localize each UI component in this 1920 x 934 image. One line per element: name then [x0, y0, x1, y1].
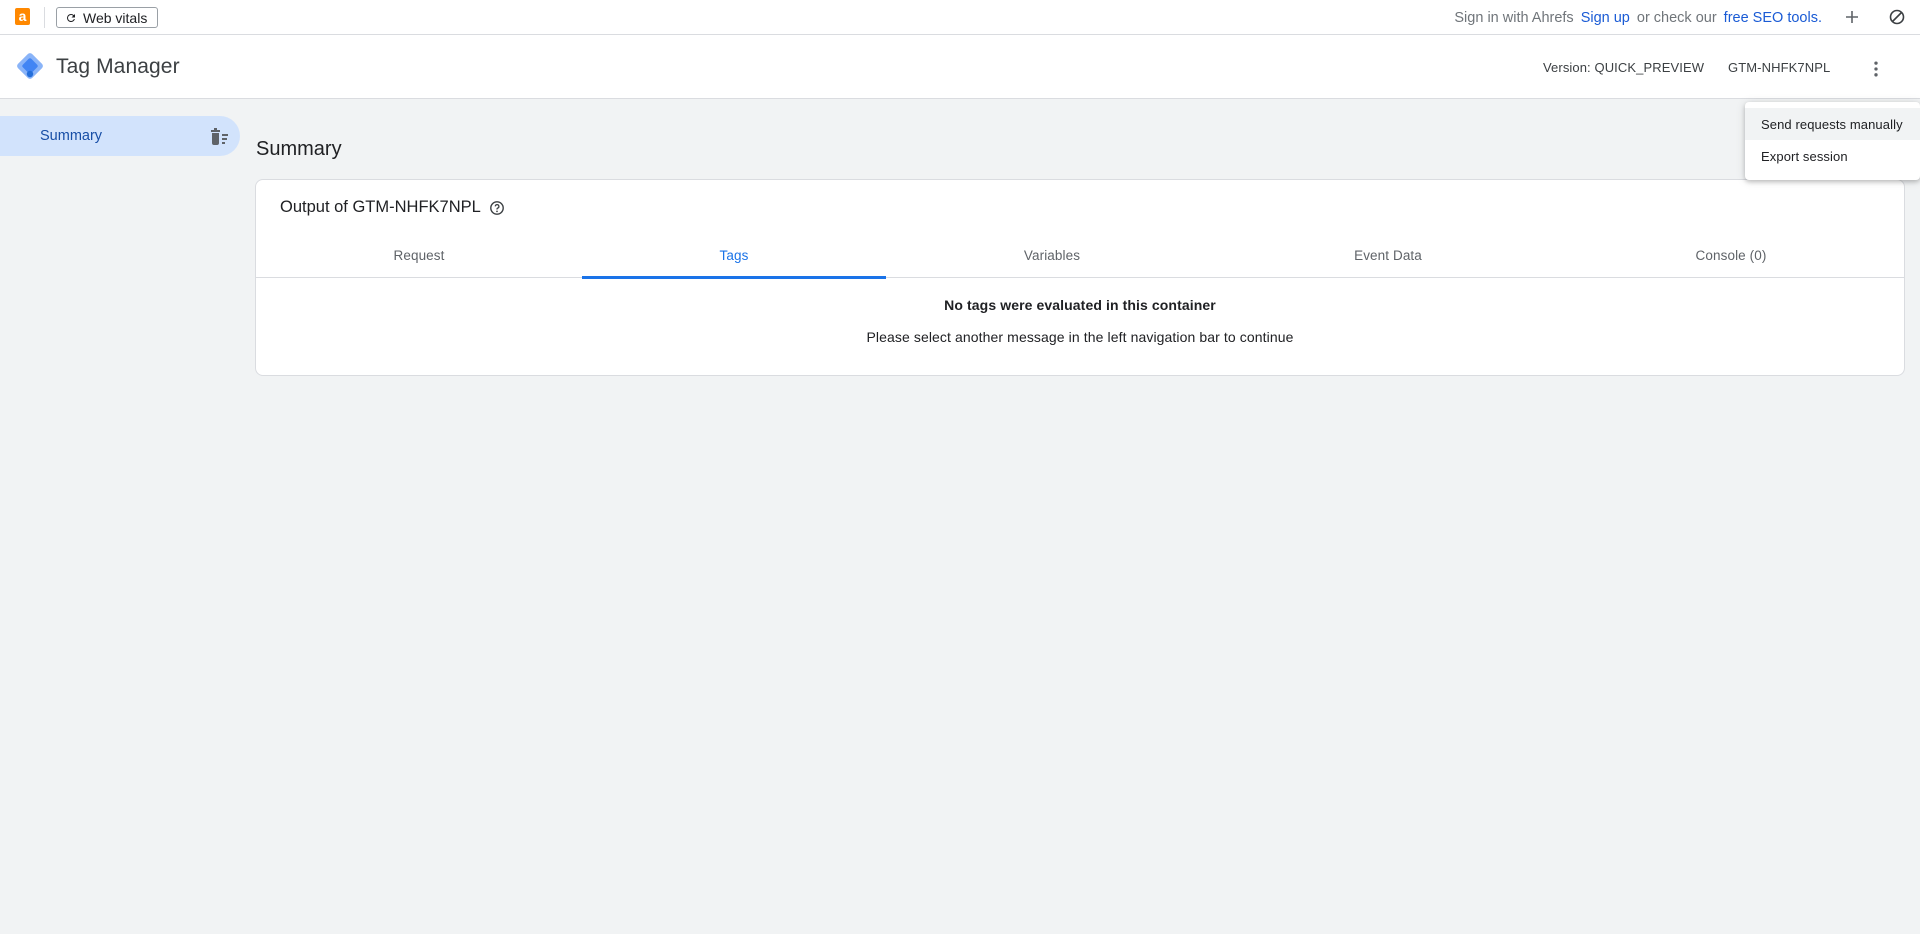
web-vitals-button[interactable]: Web vitals [56, 7, 159, 28]
output-card: Output of GTM-NHFK7NPL Request Tags Vari… [255, 179, 1905, 376]
ahrefs-signin-area: Sign in with Ahrefs Sign up or check our… [1454, 0, 1822, 35]
sidebar-item-summary[interactable]: Summary [0, 116, 240, 156]
sign-in-text: Sign in with Ahrefs [1454, 9, 1574, 26]
empty-state-message: Please select another message in the lef… [866, 329, 1294, 345]
card-header: Output of GTM-NHFK7NPL [280, 198, 505, 217]
refresh-icon [66, 13, 75, 22]
more-options-menu: Send requests manually Export session [1745, 102, 1920, 180]
menu-item-export-session[interactable]: Export session [1745, 140, 1920, 172]
sidebar-item-label: Summary [40, 128, 103, 144]
active-tab-indicator [582, 276, 886, 279]
card-title: Output of GTM-NHFK7NPL [280, 198, 481, 216]
page-title: Summary [256, 138, 342, 160]
tab-label: Event Data [1354, 247, 1422, 263]
delete-sweep-icon[interactable] [207, 125, 231, 147]
empty-state-title: No tags were evaluated in this container [944, 297, 1216, 313]
menu-item-label: Send requests manually [1761, 116, 1903, 132]
tab-console[interactable]: Console (0) [1558, 232, 1904, 278]
sign-up-link[interactable]: Sign up [1581, 10, 1630, 26]
tab-variables[interactable]: Variables [886, 232, 1218, 278]
tag-manager-logo-icon [17, 53, 43, 79]
version-label: Version: QUICK_PREVIEW [1543, 60, 1705, 75]
menu-item-send-requests[interactable]: Send requests manually [1745, 108, 1920, 140]
tab-label: Variables [1023, 247, 1081, 263]
output-tabs: Request Tags Variables Event Data Consol… [256, 232, 1904, 279]
tab-label: Request [393, 247, 445, 263]
app-title: Tag Manager [56, 55, 180, 78]
tab-request[interactable]: Request [256, 232, 582, 278]
toolbar-divider [44, 7, 45, 28]
tab-label: Console (0) [1695, 247, 1767, 263]
web-vitals-label: Web vitals [83, 9, 148, 26]
app-header: Tag Manager Version: QUICK_PREVIEW GTM-N… [0, 35, 1920, 99]
more-vert-icon [1874, 61, 1878, 77]
menu-item-label: Export session [1761, 148, 1848, 164]
plus-icon[interactable] [1842, 7, 1862, 27]
tab-label: Tags [719, 247, 749, 263]
help-icon[interactable] [489, 200, 505, 216]
tab-tags[interactable]: Tags [582, 232, 886, 279]
or-check-text: or check our [1636, 9, 1717, 26]
tab-event-data[interactable]: Event Data [1218, 232, 1558, 278]
ahrefs-logo[interactable]: a [15, 8, 30, 25]
container-id: GTM-NHFK7NPL [1728, 60, 1831, 75]
more-options-button[interactable] [1862, 55, 1890, 83]
free-seo-tools-link[interactable]: free SEO tools. [1724, 10, 1822, 26]
ahrefs-toolbar: a Web vitals Sign in with Ahrefs Sign up… [0, 0, 1920, 35]
block-icon[interactable] [1887, 7, 1907, 27]
